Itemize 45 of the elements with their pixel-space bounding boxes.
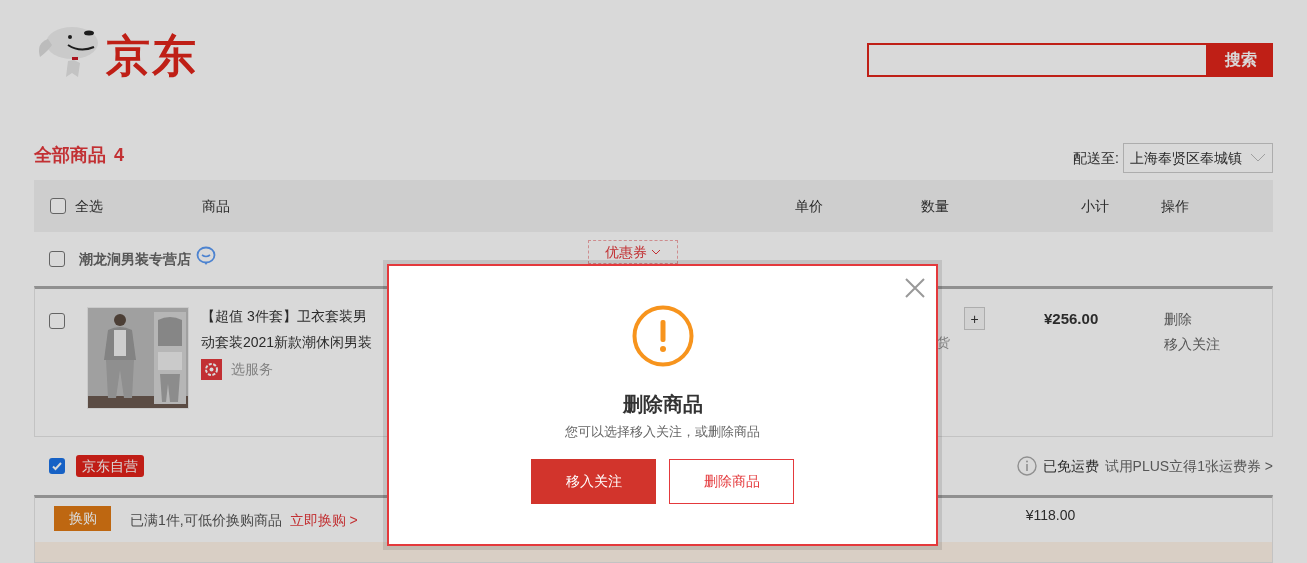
column-header: 小计 [1081,196,1110,216]
address-dropdown[interactable]: 上海奉贤区奉城镇 [1123,143,1273,173]
checkbox[interactable] [50,198,66,214]
shop-name[interactable]: 潮龙涧男装专营店 [79,248,191,270]
column-header: 操作 [1161,196,1190,216]
coupon-button[interactable]: 优惠券 [588,240,678,264]
plus-button[interactable]: + [964,307,985,330]
close-icon[interactable] [905,278,925,298]
search-field[interactable] [867,43,1208,77]
logo-text[interactable]: 京东 [106,34,198,78]
checkbox[interactable] [49,251,65,267]
stock-status: 货 [937,334,950,352]
column-header: 商品 [202,196,231,216]
search-button[interactable]: 搜索 [1208,43,1273,77]
dialog-button[interactable]: 删除商品 [669,458,794,504]
dialog-message: 您可以选择移入关注，或删除商品 [565,423,760,441]
action-link[interactable]: 删除 [1164,307,1220,332]
column-header: 数量 [921,196,950,216]
warning-icon [631,305,694,367]
dialog-button[interactable]: 移入关注 [531,458,656,504]
item-subtotal: ¥256.00 [1044,309,1100,329]
plus-offer-link[interactable]: 试用PLUS立得1张运费券 > [1104,455,1273,477]
gear-icon [201,358,222,380]
dialog-title: 删除商品 [622,392,703,417]
promo-tag: 换购 [54,505,111,531]
column-header: 单价 [795,196,824,216]
shop-badge: 京东自营 [76,455,144,477]
select-all-label[interactable]: 全选 [75,195,103,217]
delivery-label: 配送至: [1073,148,1119,168]
product-title[interactable]: 动套装2021新款潮休闲男装 [201,329,387,355]
cart-title: 全部商品 [34,144,106,167]
promo-link[interactable]: 立即换购 > [289,509,358,531]
chat-icon[interactable] [196,246,216,266]
shop-subtotal: ¥118.00 [1025,505,1076,525]
checkbox[interactable] [49,313,65,329]
shipping-note: 已免运费 [1042,456,1099,476]
product-title[interactable]: 【超值 3件套】卫衣套装男 [201,303,387,329]
checkbox[interactable] [49,458,65,474]
promo-text: 已满1件,可低价换购商品 [130,510,282,530]
chevron-down-icon [651,249,661,255]
service-link[interactable]: 选服务 [231,356,273,382]
info-icon [1016,456,1037,476]
cart-count: 4 [114,144,124,167]
action-link[interactable]: 移入关注 [1164,332,1220,357]
chevron-down-icon [1250,153,1266,163]
